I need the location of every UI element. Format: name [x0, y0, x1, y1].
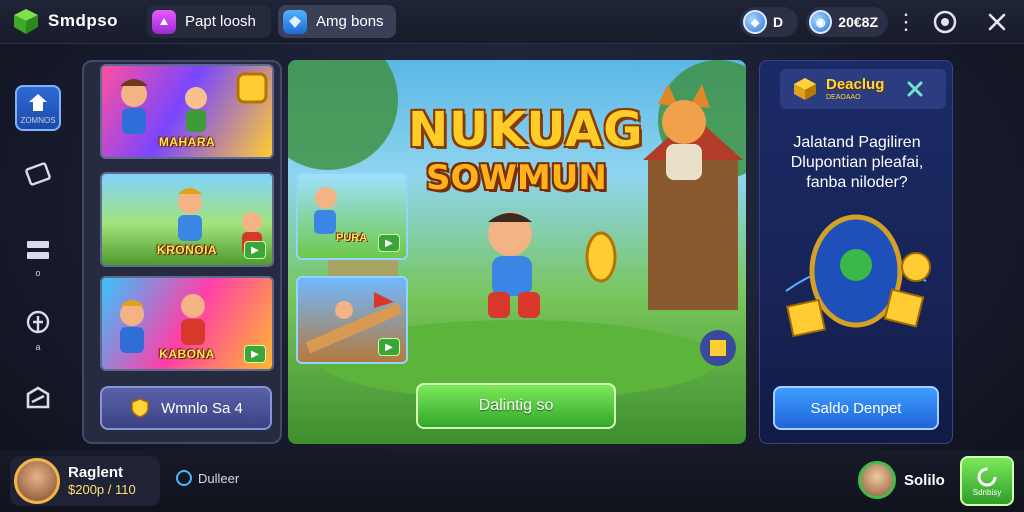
- promo-title: Deaclug: [826, 76, 885, 93]
- running-hero-icon: [488, 212, 540, 318]
- play-icon[interactable]: ▶: [378, 234, 400, 252]
- refresh-icon: [977, 467, 997, 486]
- promo-line: Dlupontian pleafai,: [790, 154, 924, 171]
- gold-coin-icon: [585, 231, 617, 283]
- promo-subtitle: DEAOAAO: [826, 94, 861, 101]
- mini-card-label: PURA: [336, 232, 368, 244]
- friend-avatar: [858, 461, 896, 499]
- game-title: NUKUAG: [408, 102, 644, 158]
- tab-amg-bons[interactable]: Amg bons: [278, 5, 396, 38]
- friend-chip[interactable]: Solilo: [858, 461, 945, 499]
- play-now-button[interactable]: Dalintig so: [416, 383, 616, 429]
- treasure-box-icon: [794, 78, 816, 100]
- cube-logo-icon: [14, 9, 38, 34]
- gem-coin-icon: ◆: [743, 10, 767, 34]
- left-rail: ZOMNOS o a: [0, 45, 76, 445]
- cards-icon: [25, 162, 51, 186]
- app-title: Smdpso: [48, 11, 119, 30]
- mini-game-card-pura[interactable]: PURA ▶: [296, 172, 408, 260]
- game-thumb-mahara[interactable]: MAHARA: [100, 64, 274, 159]
- thumb-label: KABONA: [159, 347, 215, 361]
- rail-item-menu[interactable]: o: [12, 233, 64, 278]
- main-game-banner[interactable]: NUKUAG SOWMUN PURA ▶ ▶ Dalintig so: [288, 60, 746, 444]
- rail-item-shop[interactable]: [12, 381, 64, 415]
- thumb-label: MAHARA: [158, 135, 216, 149]
- currency-coins[interactable]: ◉ 20€8Z: [806, 7, 888, 37]
- tab-label: Amg bons: [316, 13, 384, 30]
- go-button[interactable]: Sdnbisy: [960, 456, 1014, 506]
- friend-name: Solilo: [904, 471, 945, 489]
- bag-icon: [26, 386, 50, 409]
- online-status[interactable]: Dulleer: [176, 470, 239, 486]
- game-subtitle: SOWMUN: [426, 158, 607, 198]
- promo-text: Jalatand Pagiliren Dlupontian pleafai, f…: [766, 133, 948, 193]
- bottom-bar: Raglent $200p / 110 Dulleer Solilo Sdnbi…: [0, 450, 1024, 512]
- status-text: Dulleer: [198, 470, 240, 486]
- featured-games-panel: MAHARA KRONOIA ▶ KABONA ▶ Wmnlo Sa 4: [82, 60, 282, 444]
- status-icon: [176, 470, 192, 486]
- tab-papt-loosh[interactable]: Papt loosh: [147, 5, 271, 38]
- fox-character-icon: [658, 84, 710, 180]
- medal-icon: [26, 310, 50, 334]
- rail-item-games[interactable]: [12, 157, 64, 191]
- thumb-label: KRONOIA: [156, 243, 218, 257]
- app-logo[interactable]: Smdpso: [12, 7, 118, 35]
- game-thumb-kabona[interactable]: KABONA ▶: [100, 276, 274, 371]
- button-label: Wmnlo Sa 4: [161, 399, 243, 417]
- avatar: [14, 458, 60, 504]
- rail-item-home[interactable]: ZOMNOS: [15, 85, 61, 131]
- coin-icon: ◉: [809, 10, 833, 34]
- profile-card[interactable]: Raglent $200p / 110: [10, 456, 160, 506]
- promo-panel: Deaclug DEAOAAO Jalatand Pagiliren Dlupo…: [759, 60, 953, 444]
- shield-icon: [131, 398, 149, 418]
- gem-egg-icon: [785, 214, 931, 338]
- play-icon[interactable]: ▶: [378, 338, 400, 356]
- home-icon: [29, 94, 47, 111]
- wmnlo-button[interactable]: Wmnlo Sa 4: [100, 386, 272, 430]
- list-icon: [27, 241, 49, 259]
- promo-line: fanba niloder?: [806, 174, 908, 191]
- rail-label: o: [35, 268, 41, 278]
- mini-game-card-2[interactable]: ▶: [296, 276, 408, 364]
- rail-label: ZOMNOS: [20, 116, 56, 125]
- gold-coin-icon: [236, 72, 268, 104]
- saldo-deposit-button[interactable]: Saldo Denpet: [773, 386, 939, 430]
- rail-label: a: [35, 342, 41, 352]
- currency-value: D: [773, 14, 784, 30]
- card-icon: [152, 9, 176, 34]
- settings-icon[interactable]: [932, 9, 958, 35]
- game-thumb-kronoia[interactable]: KRONOIA ▶: [100, 172, 274, 267]
- play-icon[interactable]: ▶: [244, 345, 266, 363]
- hero-character-icon: [120, 300, 144, 353]
- profile-name: Raglent: [68, 464, 124, 482]
- chest-icon: [700, 330, 736, 366]
- tools-icon[interactable]: [906, 80, 924, 98]
- more-menu-icon[interactable]: ⋮: [893, 9, 919, 35]
- rail-item-rewards[interactable]: a: [12, 307, 64, 352]
- close-icon[interactable]: [984, 9, 1010, 35]
- gem-icon: [283, 9, 307, 34]
- top-bar: Smdpso Papt loosh Amg bons ◆ D ◉ 20€8Z ⋮: [0, 0, 1024, 44]
- currency-gems[interactable]: ◆ D: [740, 7, 798, 37]
- play-icon[interactable]: ▶: [244, 241, 266, 259]
- profile-balance: $200p / 110: [68, 482, 136, 498]
- go-label: Sdnbisy: [972, 487, 1002, 497]
- currency-value: 20€8Z: [838, 14, 878, 30]
- tab-label: Papt loosh: [185, 13, 256, 30]
- promo-header: Deaclug DEAOAAO: [780, 69, 946, 109]
- promo-line: Jalatand Pagiliren: [793, 134, 921, 151]
